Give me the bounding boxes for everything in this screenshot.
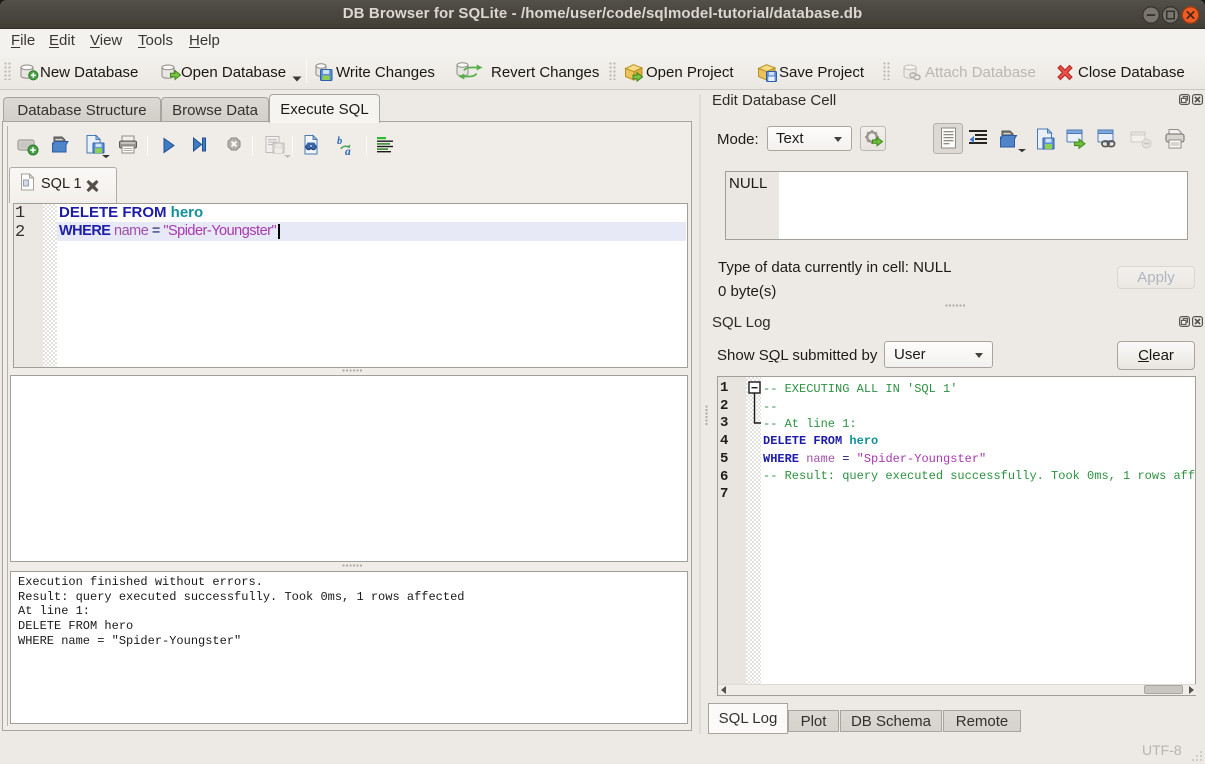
svg-text:b: b: [337, 136, 342, 147]
svg-text:a: a: [345, 146, 351, 157]
